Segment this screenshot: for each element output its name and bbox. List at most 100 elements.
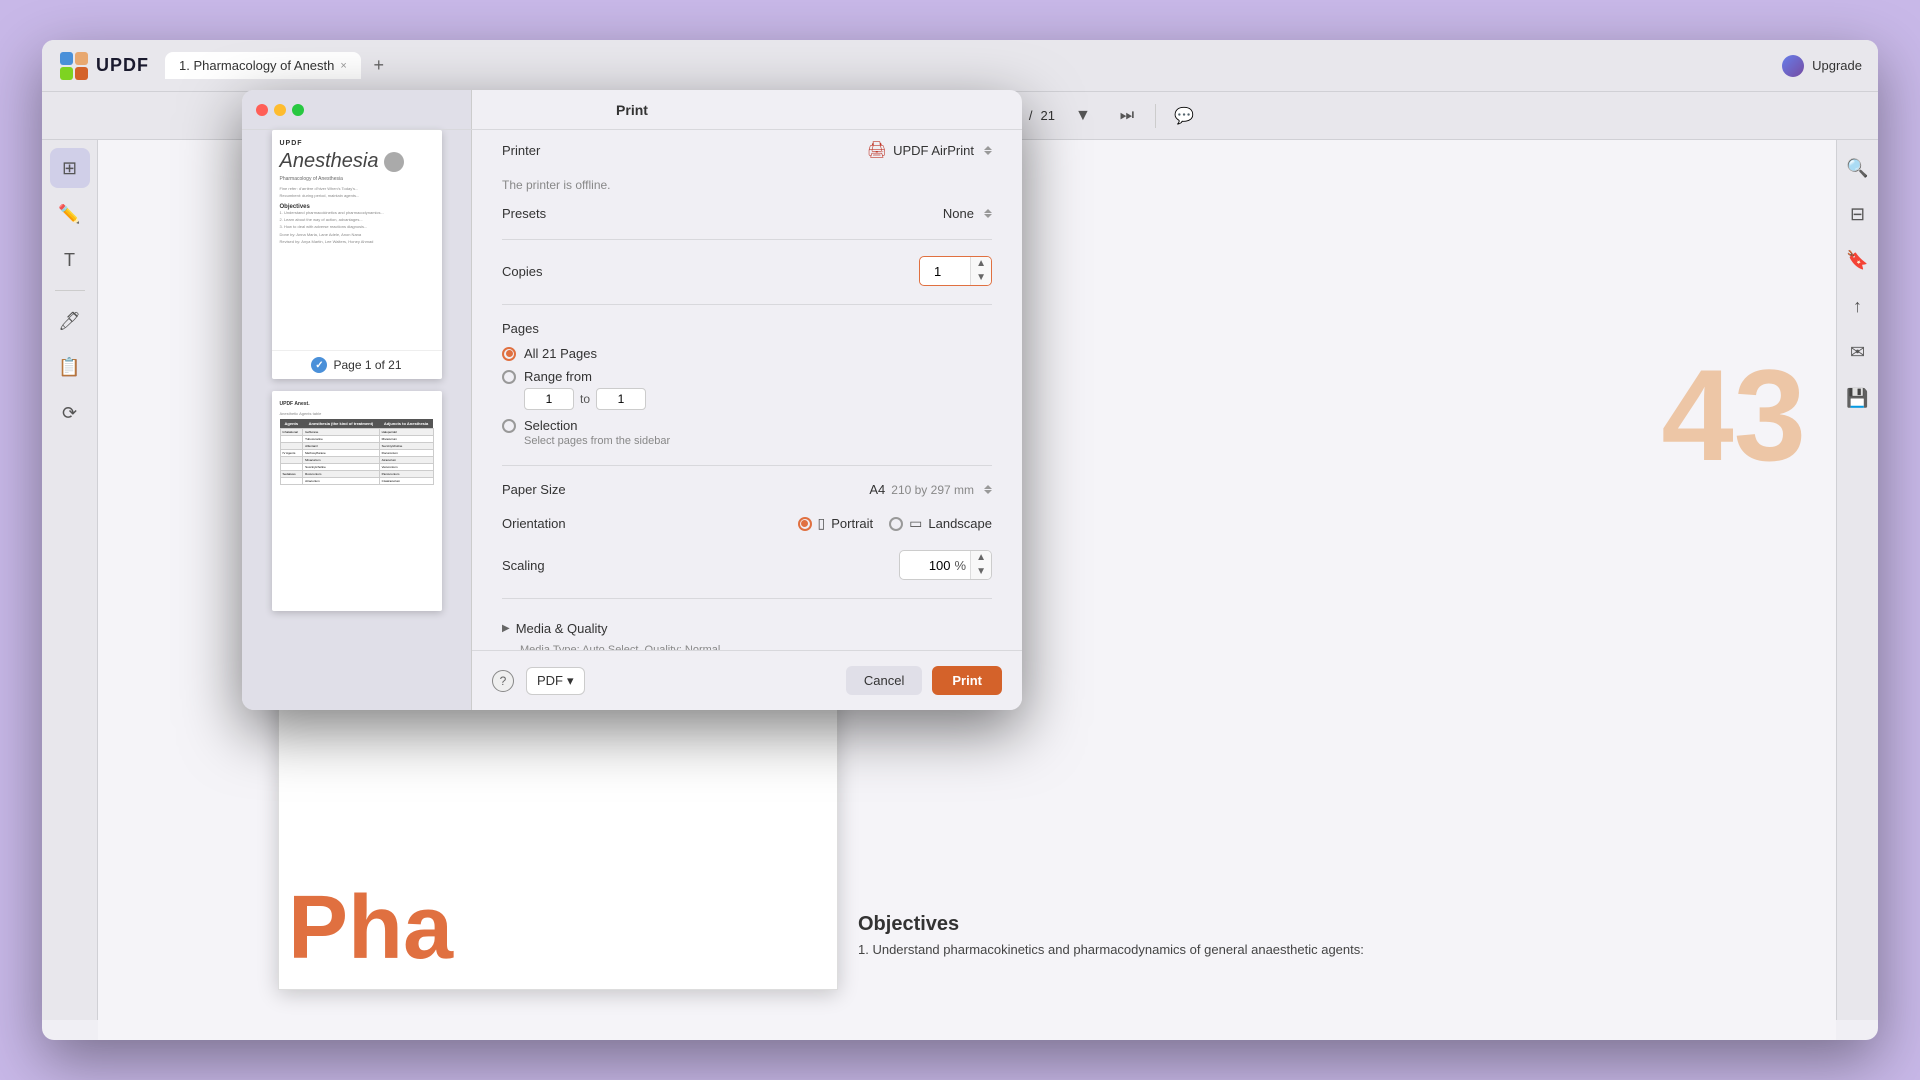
preview-obj-3: 3. How to deal with adverse reactions di… bbox=[280, 224, 434, 229]
tab-close-button[interactable]: × bbox=[340, 60, 346, 72]
app-window: UPDF 1. Pharmacology of Anesth × + Upgra… bbox=[42, 40, 1878, 1040]
scaling-percent-sign: % bbox=[955, 558, 971, 573]
sidebar-item-text[interactable]: T bbox=[50, 240, 90, 280]
pdf-objectives-footer: Objectives 1. Understand pharmacokinetic… bbox=[858, 913, 1458, 960]
preview-page-2[interactable]: UPDF Anest. Anesthetic Agents table Agen… bbox=[272, 391, 442, 611]
search-icon: 🔍 bbox=[1846, 158, 1868, 179]
maximize-window-button[interactable] bbox=[292, 104, 304, 116]
right-sidebar-thumbnails[interactable]: ⊟ bbox=[1838, 194, 1878, 234]
landscape-radio[interactable] bbox=[889, 517, 903, 531]
copies-label: Copies bbox=[502, 264, 622, 279]
pages-radio-group: All 21 Pages Range from to bbox=[502, 346, 992, 447]
copies-stepper[interactable]: ▲ ▼ bbox=[919, 256, 992, 286]
row-2-c1 bbox=[280, 436, 303, 443]
copies-stepper-arrows: ▲ ▼ bbox=[970, 257, 991, 285]
presets-dropdown-arrow bbox=[984, 209, 992, 218]
preview-page-1[interactable]: UPDF Anesthesia Pharmacology of Anesthes… bbox=[272, 130, 442, 379]
paper-size-setting-row: Paper Size A4 210 by 297 mm bbox=[502, 482, 992, 497]
scaling-decrement-button[interactable]: ▼ bbox=[971, 565, 991, 579]
footer-action-buttons: Cancel Print bbox=[846, 666, 1002, 695]
help-button[interactable]: ? bbox=[492, 670, 514, 692]
media-quality-header[interactable]: ▶ Media & Quality bbox=[502, 615, 992, 642]
sidebar-item-edit[interactable]: ✏️ bbox=[50, 194, 90, 234]
orientation-label: Orientation bbox=[502, 516, 622, 531]
thumbnails-icon: ⊟ bbox=[1850, 204, 1865, 225]
sidebar-item-pages[interactable]: ⊞ bbox=[50, 148, 90, 188]
organize-icon: 📋 bbox=[58, 357, 80, 378]
selection-option[interactable]: Selection bbox=[502, 418, 992, 433]
paper-size-dropdown-arrow bbox=[984, 485, 992, 494]
pdf-objectives-footer-title: Objectives bbox=[858, 913, 1458, 936]
sidebar-item-organize[interactable]: 📋 bbox=[50, 347, 90, 387]
cancel-button[interactable]: Cancel bbox=[846, 666, 922, 695]
right-sidebar-mail[interactable]: ✉ bbox=[1838, 332, 1878, 372]
presets-selector[interactable]: None bbox=[943, 206, 992, 221]
portrait-icon: ▯ bbox=[818, 515, 826, 532]
sidebar-item-convert[interactable]: ⟳ bbox=[50, 393, 90, 433]
save-icon: 💾 bbox=[1846, 388, 1868, 409]
edit-icon: ✏️ bbox=[58, 204, 80, 225]
scaling-stepper[interactable]: % ▲ ▼ bbox=[899, 550, 992, 580]
next-page-button[interactable]: ▼ bbox=[1067, 100, 1099, 132]
range-label: Range from bbox=[524, 369, 592, 384]
title-bar-right: Upgrade bbox=[1782, 55, 1862, 77]
row-2-c3: Mivacurium bbox=[379, 436, 433, 443]
copies-decrement-button[interactable]: ▼ bbox=[971, 271, 991, 285]
range-option[interactable]: Range from bbox=[502, 369, 992, 384]
preview-revised-by: Revised by: Anya Martin, Lee Walters, Ho… bbox=[280, 239, 434, 244]
upgrade-button[interactable]: Upgrade bbox=[1812, 58, 1862, 73]
range-to-input[interactable] bbox=[596, 388, 646, 410]
sidebar-item-annotate[interactable]: 🖊 bbox=[50, 301, 90, 341]
new-tab-button[interactable]: + bbox=[365, 52, 393, 80]
comment-button[interactable]: 💬 bbox=[1168, 100, 1200, 132]
last-page-button[interactable]: ⏭ bbox=[1111, 100, 1143, 132]
range-radio[interactable] bbox=[502, 370, 516, 384]
right-sidebar-search[interactable]: 🔍 bbox=[1838, 148, 1878, 188]
col-3: Adjuncts to Anesthesia bbox=[379, 419, 433, 429]
range-separator: to bbox=[580, 392, 590, 406]
media-quality-arrow-icon: ▶ bbox=[502, 623, 510, 634]
range-from-input[interactable] bbox=[524, 388, 574, 410]
paper-size-selector[interactable]: A4 210 by 297 mm bbox=[869, 482, 992, 497]
printer-setting-row: Printer 🖨 UPDF AirPrint bbox=[502, 140, 992, 160]
page-separator: / bbox=[1029, 108, 1033, 123]
print-dialog: Print UPDF Anesthesia Pharmacology of An… bbox=[242, 90, 1022, 710]
pdf-obj-item-1: 1. Understand pharmacokinetics and pharm… bbox=[858, 942, 1458, 957]
copies-increment-button[interactable]: ▲ bbox=[971, 257, 991, 271]
row-5-c1 bbox=[280, 457, 303, 464]
right-sidebar-bookmarks[interactable]: 🔖 bbox=[1838, 240, 1878, 280]
pdf-dropdown[interactable]: PDF ▾ bbox=[526, 667, 585, 695]
row-6-c3: Vecuronium bbox=[379, 464, 433, 471]
last-page-icon: ⏭ bbox=[1120, 107, 1134, 125]
document-tab[interactable]: 1. Pharmacology of Anesth × bbox=[165, 52, 361, 79]
scaling-increment-button[interactable]: ▲ bbox=[971, 551, 991, 565]
row-1-c1: Inhalational bbox=[280, 429, 303, 436]
right-sidebar-share[interactable]: ↑ bbox=[1838, 286, 1878, 326]
portrait-option[interactable]: ▯ Portrait bbox=[798, 515, 874, 532]
range-inputs-area: to bbox=[524, 388, 992, 410]
dialog-footer: ? PDF ▾ Cancel Print bbox=[472, 650, 1022, 710]
page-total: 21 bbox=[1040, 108, 1054, 123]
right-sidebar: 🔍 ⊟ 🔖 ↑ ✉ 💾 bbox=[1836, 140, 1878, 1020]
all-pages-radio[interactable] bbox=[502, 347, 516, 361]
scaling-input[interactable] bbox=[900, 554, 955, 577]
text-icon: T bbox=[64, 250, 75, 271]
scaling-setting-row: Scaling % ▲ ▼ bbox=[502, 550, 992, 580]
minimize-window-button[interactable] bbox=[274, 104, 286, 116]
right-sidebar-save[interactable]: 💾 bbox=[1838, 378, 1878, 418]
paper-size-main: A4 bbox=[869, 482, 885, 497]
printer-selector[interactable]: 🖨 UPDF AirPrint bbox=[867, 140, 992, 160]
landscape-option[interactable]: ▭ Landscape bbox=[889, 515, 992, 532]
paper-size-value-area: A4 210 by 297 mm bbox=[622, 482, 992, 497]
all-pages-option[interactable]: All 21 Pages bbox=[502, 346, 992, 361]
selection-radio[interactable] bbox=[502, 419, 516, 433]
settings-divider-1 bbox=[502, 239, 992, 240]
scaling-stepper-arrows: ▲ ▼ bbox=[970, 551, 991, 579]
copies-input[interactable] bbox=[920, 260, 970, 283]
portrait-label: Portrait bbox=[831, 516, 873, 531]
portrait-radio[interactable] bbox=[798, 517, 812, 531]
paper-size-dimensions: 210 by 297 mm bbox=[891, 483, 974, 497]
print-button[interactable]: Print bbox=[932, 666, 1002, 695]
close-window-button[interactable] bbox=[256, 104, 268, 116]
printer-status: The printer is offline. bbox=[502, 178, 992, 192]
